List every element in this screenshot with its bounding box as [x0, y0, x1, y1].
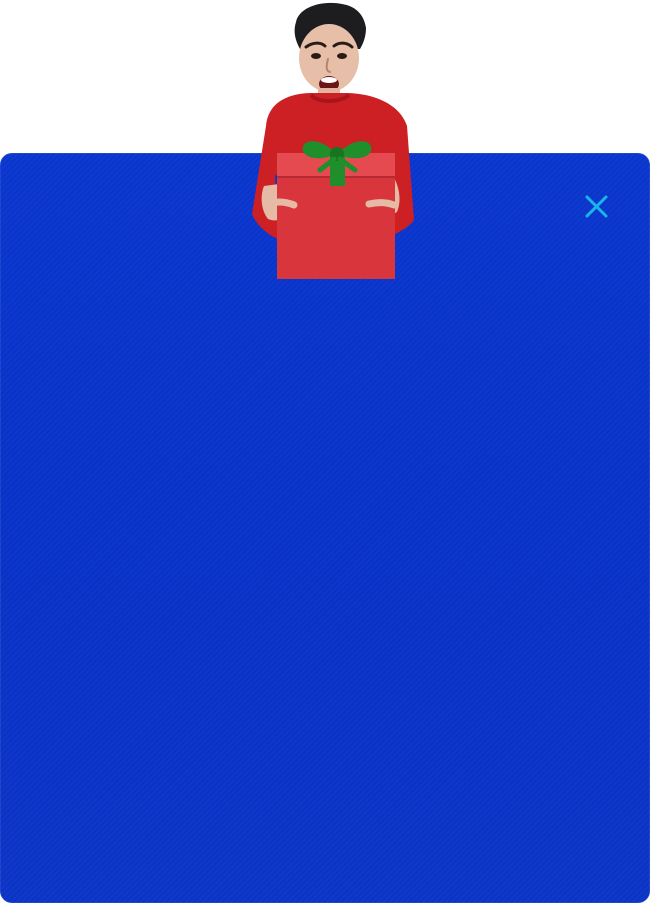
promo-dialog-page: [0, 0, 650, 903]
close-button[interactable]: [583, 193, 610, 220]
man-holding-gift-box-illustration: [252, 2, 414, 279]
promo-character-image: [248, 0, 420, 282]
close-icon: [585, 195, 608, 218]
